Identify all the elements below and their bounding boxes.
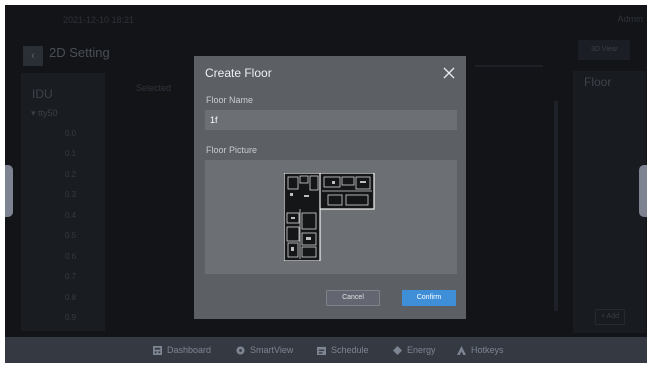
floor-name-label: Floor Name <box>206 95 254 105</box>
page-title: 2D Setting <box>49 45 110 60</box>
close-icon[interactable] <box>442 66 456 80</box>
cancel-button[interactable]: Cancel <box>326 290 380 306</box>
nav-smartview-label: SmartView <box>250 345 294 355</box>
idu-panel: IDU ▾ tty50 0.0 0.1 0.2 0.3 0.4 0.5 0.6 … <box>21 73 105 331</box>
nav-schedule-label: Schedule <box>331 345 369 355</box>
view-3d-button[interactable]: 3D View <box>578 40 630 60</box>
dashboard-icon <box>153 345 162 355</box>
floor-picture-label: Floor Picture <box>206 145 258 155</box>
idu-group-label: tty50 <box>38 108 58 118</box>
datetime-label: 2021-12-10 18:21 <box>63 15 135 25</box>
hotkeys-icon <box>457 345 466 355</box>
nav-schedule[interactable]: Schedule <box>317 345 369 355</box>
smartview-icon <box>236 345 245 355</box>
nav-energy-label: Energy <box>407 345 436 355</box>
nav-dashboard[interactable]: Dashboard <box>153 345 211 355</box>
scrollbar[interactable] <box>554 101 558 311</box>
energy-icon <box>393 345 402 355</box>
divider <box>475 65 543 67</box>
idu-item[interactable]: 0.6 <box>65 252 76 261</box>
nav-smartview[interactable]: SmartView <box>236 345 293 355</box>
nav-hotkeys[interactable]: Hotkeys <box>457 345 504 355</box>
create-floor-dialog: Create Floor Floor Name Floor Picture <box>194 56 466 319</box>
idu-item[interactable]: 0.7 <box>65 272 76 281</box>
idu-item[interactable]: 0.2 <box>65 170 76 179</box>
idu-item[interactable]: 0.1 <box>65 149 76 158</box>
idu-item[interactable]: 0.3 <box>65 190 76 199</box>
top-bar: 2021-12-10 18:21 Admin <box>5 5 647 33</box>
back-button[interactable]: ‹ <box>23 46 43 66</box>
floor-panel: Floor + Add <box>573 71 646 333</box>
idu-item[interactable]: 0.8 <box>65 293 76 302</box>
floor-name-input[interactable] <box>205 110 457 130</box>
idu-item[interactable]: 0.9 <box>65 313 76 322</box>
floor-plan-image <box>284 173 375 261</box>
nav-energy[interactable]: Energy <box>393 345 436 355</box>
nav-hotkeys-label: Hotkeys <box>471 345 504 355</box>
confirm-button[interactable]: Confirm <box>402 290 456 306</box>
floor-picture-upload[interactable] <box>205 160 457 274</box>
dialog-title: Create Floor <box>205 66 272 80</box>
back-arrow-icon: ‹ <box>31 50 35 62</box>
user-label[interactable]: Admin <box>617 14 643 24</box>
add-floor-button[interactable]: + Add <box>595 309 625 325</box>
bottom-nav: Dashboard SmartView Schedule Energy Hotk… <box>5 337 647 363</box>
idu-heading: IDU <box>32 87 53 101</box>
idu-item[interactable]: 0.0 <box>65 129 76 138</box>
schedule-icon <box>317 346 326 355</box>
floor-heading: Floor <box>584 75 612 89</box>
left-drawer-handle[interactable] <box>5 165 13 217</box>
idu-group[interactable]: ▾ tty50 <box>31 108 58 119</box>
right-drawer-handle[interactable] <box>639 165 647 217</box>
idu-item[interactable]: 0.5 <box>65 231 76 240</box>
selected-label: Selected <box>136 83 172 93</box>
idu-item[interactable]: 0.4 <box>65 211 76 220</box>
nav-dashboard-label: Dashboard <box>167 345 212 355</box>
